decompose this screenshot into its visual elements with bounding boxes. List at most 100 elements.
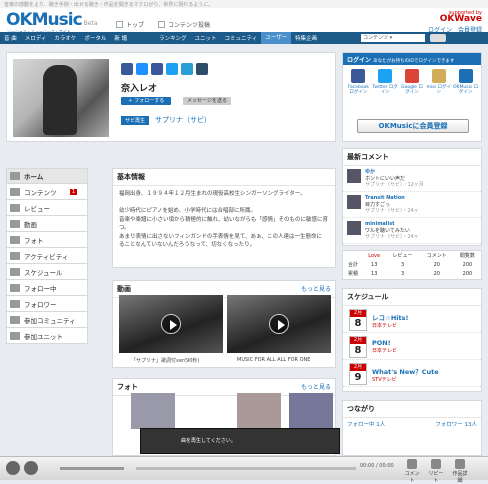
sidebar-item-followers[interactable]: フォロワー <box>6 296 88 312</box>
sample-play-button[interactable]: サビ再生 <box>121 115 150 125</box>
site-logo[interactable]: OKMusic Beta <box>6 10 98 30</box>
okwave-badge[interactable]: supported by OKWave <box>440 10 482 24</box>
comment-button[interactable]: コメント <box>404 459 420 484</box>
search-button[interactable] <box>430 34 446 42</box>
hatena-icon[interactable] <box>181 63 193 75</box>
videos-more-link[interactable]: もっと見る <box>301 284 331 293</box>
artist-name: 奈入レオ <box>121 84 158 94</box>
sidebar-item-home[interactable]: ホーム <box>6 168 88 184</box>
sidebar-item-photo[interactable]: フォト <box>6 232 88 248</box>
register-okmusic-button[interactable]: OKMusicに会員登録 <box>357 119 469 133</box>
avatar <box>347 221 361 235</box>
play-icon <box>269 314 289 334</box>
okmusic-login[interactable]: OKMusic ログイン <box>453 69 479 95</box>
okmusic-icon <box>458 69 473 83</box>
nav-karaoke[interactable]: カラオケ <box>50 34 80 42</box>
following-count[interactable]: フォロー中 1人 <box>347 420 385 428</box>
facebook-login[interactable]: Facebook ログイン <box>345 69 371 95</box>
videos-section: 動画 もっと見る 「サプリナ」歌詞付ver(90秒) MUSIC FOR ALL … <box>112 280 336 368</box>
google-login[interactable]: Google ログイン <box>399 69 425 95</box>
login-providers: Facebook ログイン Twitter ログイン Google ログイン m… <box>343 65 481 95</box>
twitter-icon[interactable] <box>166 63 178 75</box>
unit-icon <box>10 331 20 340</box>
home-icon <box>116 21 123 28</box>
details-icon <box>455 459 465 469</box>
audio-player: 00:00 / 00:00 コメント リピート 作品詳細 <box>0 456 488 484</box>
sidebar-item-units[interactable]: 参加ユニット <box>6 328 88 344</box>
profile-card: 奈入レオ ＋ フォローする メッセージを送る サビ再生 サプリナ（サビ） <box>6 52 336 142</box>
connections-section: つながり フォロー中 1人 フォロワー 13人 <box>342 400 482 456</box>
activity-icon <box>10 251 20 260</box>
tagline-strip: 音楽の感動をより、聴き手側・出せる聴き・作品を聞きるマクロがり、世界に現れるよう… <box>0 0 488 8</box>
nav-new-releases[interactable]: 新 譜 <box>110 34 131 42</box>
mini-player-overlay[interactable]: 曲を再生してください。 <box>140 428 340 454</box>
schedule-item[interactable]: 2月 9 What's New？Cute STVテレビ <box>343 360 481 387</box>
video-caption-2[interactable]: MUSIC FOR ALL ALL FOR ONE <box>237 357 310 363</box>
nav-user[interactable]: ユーザー <box>261 32 292 44</box>
nav-features[interactable]: 特集企画 <box>291 34 321 42</box>
share-buttons <box>121 63 208 75</box>
nav-songs[interactable]: 音 曲 <box>0 34 21 42</box>
login-panel-header: ログイン あなたがお持ちのIDでログインできます <box>343 53 481 65</box>
activity-item[interactable]: minimalist ワルを聴いてみたい サプリナ（サビ）・24ヶ <box>343 218 481 244</box>
volume-slider[interactable] <box>60 467 124 470</box>
sidebar-item-video[interactable]: 動画 <box>6 216 88 232</box>
play-icon[interactable] <box>24 461 38 475</box>
sidebar-item-activity[interactable]: アクティビティ <box>6 248 88 264</box>
twitter-login[interactable]: Twitter ログイン <box>372 69 398 95</box>
schedule-item[interactable]: 2月 8 レコ☆Hits! 日本テレビ <box>343 306 481 333</box>
tumblr-icon[interactable] <box>196 63 208 75</box>
facebook-icon[interactable] <box>136 63 148 75</box>
photo-thumb[interactable] <box>289 393 333 429</box>
nav-unit[interactable]: ユニット <box>191 34 221 42</box>
repeat-button[interactable]: リピート <box>428 459 444 484</box>
nav-community[interactable]: コミュニティ <box>221 34 262 42</box>
calendar-icon: 2月 8 <box>349 336 367 358</box>
nav-portal[interactable]: ポータル <box>80 34 110 42</box>
video-icon <box>10 219 20 228</box>
photo-thumb[interactable] <box>237 393 281 429</box>
site-header: OKMusicBeta ソーシャル・ミュージック・サイト トップ コンテンツ投稿… <box>0 8 488 34</box>
activity-item[interactable]: Transit Nation 目力すごっ サプリナ（サビ）・24ヶ <box>343 192 481 218</box>
previous-icon[interactable] <box>6 461 20 475</box>
schedule-item[interactable]: 2月 8 PON! 日本テレビ <box>343 333 481 360</box>
facebook-like-icon[interactable] <box>151 63 163 75</box>
google-icon <box>404 69 419 83</box>
nav-ranking[interactable]: ランキング <box>155 34 190 42</box>
nav-melody[interactable]: メロディ <box>21 34 51 42</box>
mixi-check-icon[interactable] <box>121 63 133 75</box>
main-nav: 音 曲 メロディ カラオケ ポータル 新 譜 ランキング ユニット コミュニティ… <box>0 32 488 44</box>
followers-count[interactable]: フォロワー 13人 <box>435 420 477 428</box>
sidebar-item-content[interactable]: コンテンツ 1 <box>6 184 88 200</box>
sidebar-item-following[interactable]: フォロー中 <box>6 280 88 296</box>
sidebar-item-schedule[interactable]: スケジュール <box>6 264 88 280</box>
follower-icon <box>10 299 20 308</box>
search-input[interactable]: コンテンツ ▾ <box>361 34 425 42</box>
track-details-button[interactable]: 作品詳細 <box>452 459 468 484</box>
top-link[interactable]: トップ <box>116 20 144 29</box>
post-content-link[interactable]: コンテンツ投稿 <box>158 20 210 29</box>
stats-section: Love レビュー コメント 閲覧数 合計 13 3 20 200 累積 13 3 20 200 <box>342 250 482 280</box>
activity-item[interactable]: ゆか ホントにいい声だ サプリナ（サビ）・12ヶ月 <box>343 166 481 192</box>
header-links: トップ コンテンツ投稿 <box>116 20 210 29</box>
photos-more-link[interactable]: もっと見る <box>301 382 331 391</box>
mixi-login[interactable]: mixi ログイン <box>426 69 452 95</box>
bio-text: 福岡出身、１９９４年１２月生まれの現役高校生シンガーソングライター。 幼少時代に… <box>119 191 329 248</box>
follow-button[interactable]: ＋ フォローする <box>121 97 171 105</box>
video-thumb-1[interactable] <box>119 295 223 353</box>
profile-sidebar: ホーム コンテンツ 1 レビュー 動画 フォト アクティビティ スケジュール フォ… <box>6 168 88 344</box>
schedule-title: スケジュール <box>343 289 481 306</box>
sidebar-item-communities[interactable]: 参加コミュニティ <box>6 312 88 328</box>
send-message-button[interactable]: メッセージを送る <box>183 97 231 105</box>
connections-title: つながり <box>343 401 481 418</box>
photo-thumb[interactable] <box>131 393 175 429</box>
sample-title[interactable]: サプリナ（サビ） <box>155 115 211 125</box>
progress-track[interactable] <box>136 467 356 470</box>
video-caption-1[interactable]: 「サプリナ」歌詞付ver(90秒) <box>131 357 199 364</box>
content-icon <box>10 187 20 196</box>
video-thumb-2[interactable] <box>227 295 331 353</box>
content-count-badge: 1 <box>69 188 77 195</box>
community-icon <box>10 315 20 324</box>
artist-photo <box>13 59 109 137</box>
sidebar-item-review[interactable]: レビュー <box>6 200 88 216</box>
